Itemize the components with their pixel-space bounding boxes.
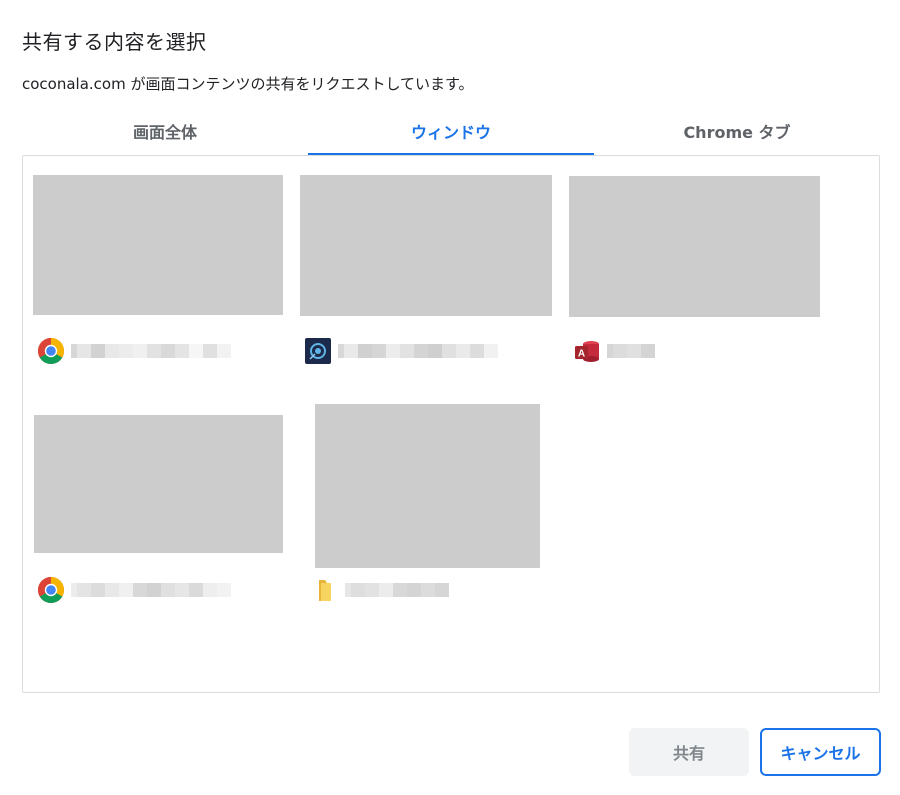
window-item-3[interactable]: A: [569, 176, 822, 376]
blurred-window-title: [71, 342, 231, 360]
dialog-buttons: 共有 キャンセル: [629, 728, 881, 776]
window-thumbnail: [300, 175, 552, 316]
tab-entire-screen[interactable]: 画面全体: [22, 110, 308, 156]
window-label: [37, 337, 231, 365]
blurred-window-title: [607, 342, 655, 360]
window-label: A: [573, 337, 655, 365]
window-item-2[interactable]: [300, 175, 554, 375]
blurred-window-title: [71, 581, 231, 599]
cancel-button[interactable]: キャンセル: [760, 728, 881, 776]
photo-director-icon: [304, 337, 332, 365]
window-label: [37, 576, 231, 604]
window-label: [311, 576, 449, 604]
tab-window[interactable]: ウィンドウ: [308, 110, 594, 156]
window-thumbnail: [315, 404, 540, 568]
share-button[interactable]: 共有: [629, 728, 749, 776]
dialog-subtitle: coconala.com が画面コンテンツの共有をリクエストしています。: [22, 75, 474, 93]
window-thumbnail: [569, 176, 820, 317]
dialog-title: 共有する内容を選択: [22, 30, 207, 54]
window-thumbnail: [34, 415, 283, 553]
window-item-1[interactable]: [33, 175, 285, 375]
tab-chrome-tab[interactable]: Chrome タブ: [594, 110, 880, 156]
blurred-window-title: [338, 342, 498, 360]
chrome-icon: [37, 337, 65, 365]
window-thumbnail: [33, 175, 283, 315]
folder-icon: [311, 576, 339, 604]
window-label: [304, 337, 498, 365]
window-item-5[interactable]: [315, 404, 542, 604]
svg-text:A: A: [578, 349, 585, 360]
source-tabs: 画面全体 ウィンドウ Chrome タブ: [22, 110, 880, 156]
ms-access-icon: A: [573, 337, 601, 365]
share-screen-dialog: 共有する内容を選択 coconala.com が画面コンテンツの共有をリクエスト…: [0, 0, 900, 795]
window-list-panel: A: [22, 155, 880, 693]
window-item-4[interactable]: [34, 415, 285, 615]
chrome-icon: [37, 576, 65, 604]
blurred-window-title: [345, 581, 449, 599]
